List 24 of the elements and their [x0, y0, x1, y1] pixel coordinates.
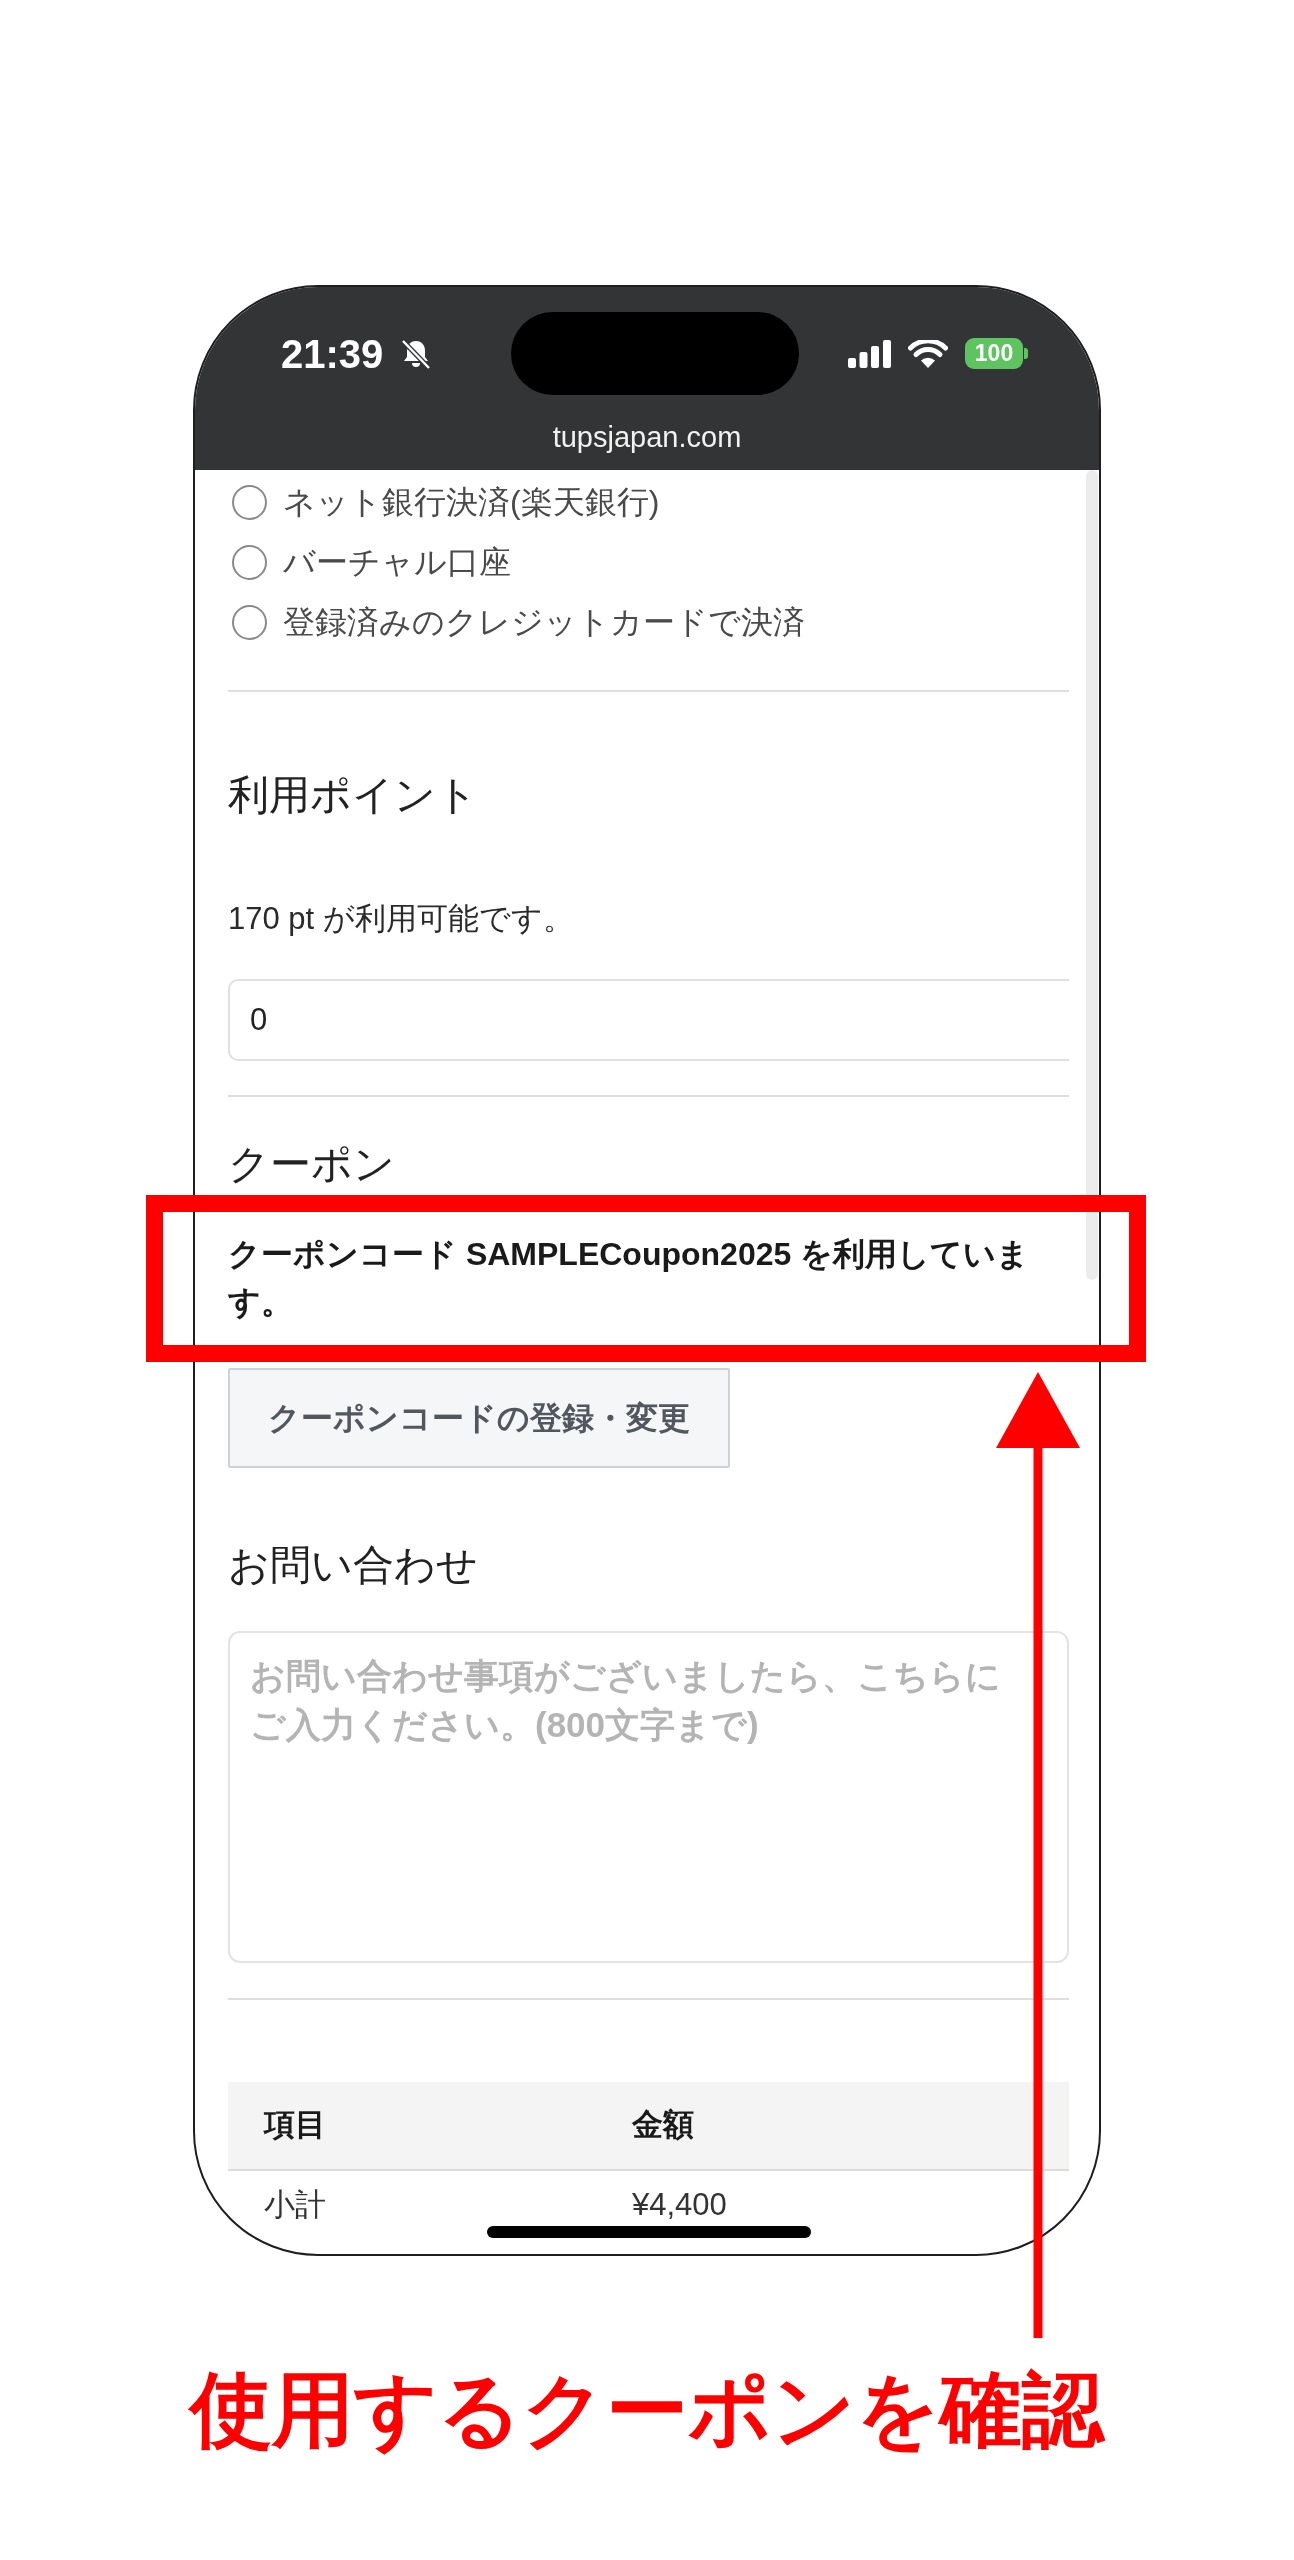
section-title: クーポン: [228, 1140, 396, 1189]
points-available-text: 170 pt が利用可能です。: [228, 900, 575, 938]
address-bar-url[interactable]: tupsjapan.com: [552, 417, 742, 457]
coupon-status-text: クーポンコード SAMPLECoupon2025 を利用しています。: [228, 1235, 1031, 1322]
coupon-code-button[interactable]: クーポンコードの登録・変更: [228, 1368, 730, 1468]
points-input[interactable]: 0: [228, 979, 1069, 1061]
wifi-icon: [908, 339, 948, 368]
column-header: 項目: [228, 2082, 596, 2170]
payment-option-label: バーチャル口座: [283, 543, 511, 582]
status-time: 21:39: [281, 333, 384, 374]
payment-option-label: ネット銀行決済(楽天銀行): [283, 483, 660, 522]
signal-icon: [848, 339, 891, 368]
table-cell: ¥4,400: [596, 2170, 1069, 2225]
inquiry-textarea[interactable]: お問い合わせ事項がございましたら、こちらにご入力ください。(800文字まで): [228, 1631, 1069, 1963]
section-title: お問い合わせ: [228, 1541, 479, 1590]
radio-button[interactable]: [232, 484, 267, 520]
payment-option-label: 登録済みのクレジットカードで決済: [283, 603, 805, 642]
table-cell: 小計: [228, 2170, 596, 2225]
battery-indicator: 100: [965, 338, 1028, 369]
annotation-caption: 使用するクーポンを確認: [187, 2363, 1107, 2457]
radio-button[interactable]: [232, 544, 267, 580]
section-title: 利用ポイント: [228, 771, 479, 820]
column-header: 金額: [596, 2082, 1069, 2170]
radio-button[interactable]: [232, 604, 267, 640]
